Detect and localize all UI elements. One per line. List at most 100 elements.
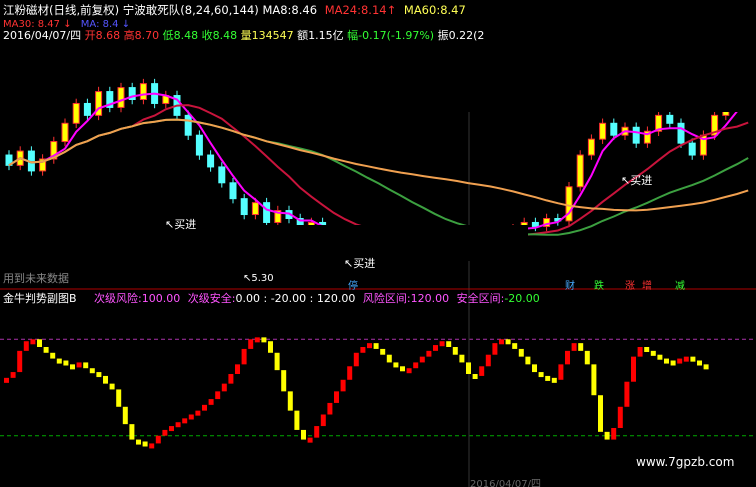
range-safe-label: 安全区间: [456,292,505,305]
indicator-bar [419,356,425,363]
risk-value: 100.00 [141,292,181,305]
indicator-bar [512,343,518,349]
ma-extra-label-2: MA: 8.4 [80,19,119,30]
low-price-label: 5.30 [251,273,274,284]
indicator-bar [320,414,326,427]
indicator-bar [175,422,181,428]
ma60-label: MA60: [403,3,441,17]
ma24-label: MA24: [324,3,361,17]
indicator-bar [644,347,650,352]
buy-arrow-icon-3: ↖ [344,257,354,270]
tag-zhang[interactable]: 涨 [625,281,635,292]
indicator-bar [360,347,366,353]
indicator-bar [129,424,135,440]
indicator-bar [690,356,696,362]
indicator-bar [96,372,102,378]
indicator-bar [637,347,643,357]
indicator-bar [499,339,504,345]
indicator-bar [426,350,432,357]
indicator-bar [400,366,405,372]
candle [117,87,125,108]
indicator-bar [683,356,689,362]
indicator-bar [703,364,709,370]
indicator-bar [479,366,485,376]
indicator-bar [677,358,683,364]
indicator-bar [472,374,478,379]
indicator-bar [314,426,320,438]
candle [240,198,248,216]
indicator-bar [307,437,313,443]
buy-arrow-icon: ↖ [165,218,175,231]
indicator-bar [4,377,9,383]
buy-middle-label: 买进 [353,257,376,270]
header-line: 江粉磁材(日线,前复权) 宁波敢死队(8,24,60,144) MA8:8.46… [3,4,466,17]
down-arrow-icon: ↓ [63,19,72,30]
indicator-bar [525,356,531,365]
safe-value-3: 120.00 [316,292,356,305]
buy-left-label: 买进 [174,218,197,231]
indicator-bar [611,428,617,440]
indicator-bar [188,414,194,420]
indicator-bar [598,395,603,432]
indicator-bar [334,391,339,403]
indicator-bar [617,406,623,428]
ma60-value: 8.47 [440,3,466,17]
tag-stop[interactable]: 停 [348,281,358,292]
indicator-bar [301,429,306,440]
indicator-bar [670,360,676,366]
candle [195,134,203,156]
indicator-bar [571,343,577,351]
tag-die[interactable]: 跌 [594,281,604,292]
indicator-bar [116,389,122,407]
indicator-bar [208,399,214,405]
indicator-bar [241,348,247,365]
indicator-bar [558,364,564,380]
ma8-value: 8.46 [291,3,318,17]
indicator-bar [631,356,636,382]
ma-extra-label: MA30: 8.47 [3,19,61,30]
indicator-bar [347,366,353,380]
up-arrow-icon: ↑ [386,3,397,17]
cursor-date: 2016/04/07/四 [470,479,542,487]
indicator-bar [122,406,128,425]
indicator-bar [657,354,663,360]
tag-hui[interactable]: 增 [642,281,652,292]
indicator-bar [353,352,359,367]
indicator-bar [367,343,372,349]
mask-top-right [428,0,756,112]
indicator-bar [591,364,597,396]
indicator-bar [136,439,141,445]
vol-label: 量 [240,29,252,42]
indicator-bar [30,339,36,345]
candle [184,114,192,136]
indicator-bar [162,429,168,436]
indicator-bar [439,341,445,347]
indicator-bar [63,360,69,366]
indicator-bar [413,362,419,369]
buy-signal-left: ↖买进 [165,218,196,231]
candle [599,122,607,140]
indicator-bar [373,343,379,349]
candle [72,102,80,124]
amount-label: 额 [297,29,309,42]
indicator-bar [466,362,471,374]
range-risk-label: 风险区间: [362,292,411,305]
ma30-line: MA30: 8.47 ↓ MA: 8.4 ↓ [3,18,130,31]
indicator-bar [545,375,551,381]
candle [688,142,696,156]
candle [677,122,685,144]
candle [587,138,595,156]
system-name: 宁波敢死队 [122,3,181,17]
indicator-bar [604,431,610,440]
indicator-bar [505,339,511,345]
indicator-bar [452,347,458,355]
low-label: 低 [162,29,174,42]
indicator-bar [149,443,155,449]
candle [251,202,259,216]
tag-cai[interactable]: 财 [565,281,575,292]
candle [139,83,147,100]
indicator-bar [268,341,273,353]
tag-jian[interactable]: 减 [675,281,685,292]
close-value: 8.48 [212,29,238,42]
candle [207,154,215,168]
